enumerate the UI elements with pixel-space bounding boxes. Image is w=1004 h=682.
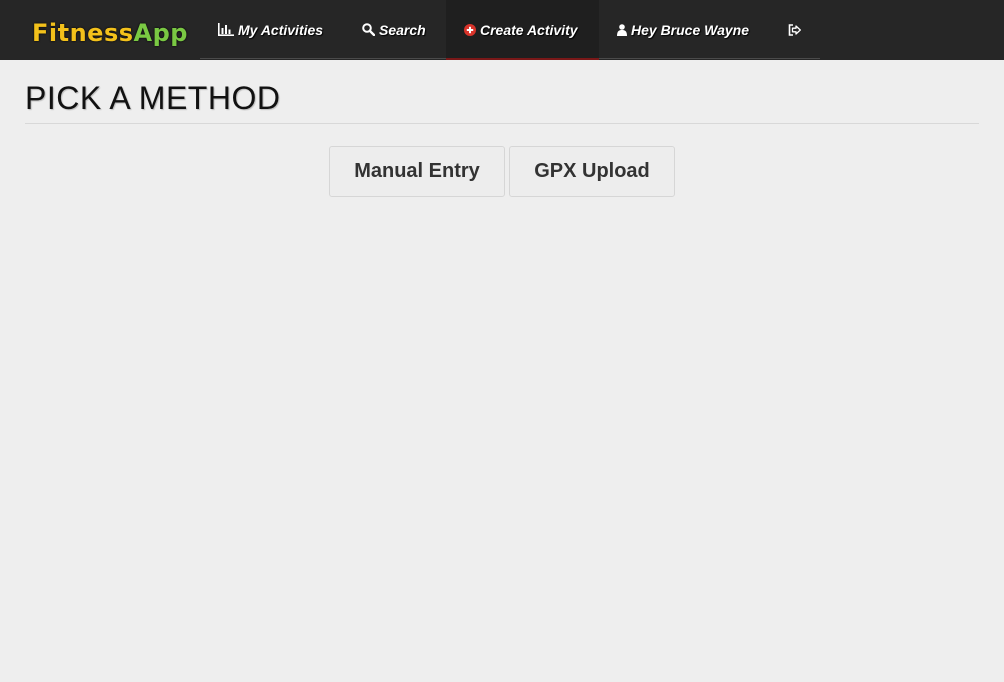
top-navbar: FitnessApp My Activities Search Create A… [0,0,1004,60]
search-icon [362,0,376,60]
nav-user-label: Hey Bruce Wayne [631,22,750,38]
nav-my-activities[interactable]: My Activities [218,0,323,60]
page-title: PICK A METHOD [25,80,281,116]
sign-out-icon [788,0,801,60]
gpx-upload-button[interactable]: GPX Upload [509,146,675,197]
nav-create-activity[interactable]: Create Activity [446,0,599,60]
nav-user[interactable]: Hey Bruce Wayne [617,0,749,60]
brand-logo-part2: App [133,19,188,47]
user-icon [617,0,627,60]
plus-circle-icon [464,0,476,60]
nav-logout[interactable] [788,0,805,60]
brand-logo-part1: Fitness [32,19,134,47]
bar-chart-icon [218,0,234,60]
manual-entry-button[interactable]: Manual Entry [329,146,505,197]
nav-search-label: Search [379,22,426,38]
brand-logo[interactable]: FitnessApp [32,16,188,50]
title-divider [25,123,979,124]
nav-create-activity-label: Create Activity [480,22,578,38]
nav-search[interactable]: Search [362,0,426,60]
nav-my-activities-label: My Activities [238,22,324,38]
